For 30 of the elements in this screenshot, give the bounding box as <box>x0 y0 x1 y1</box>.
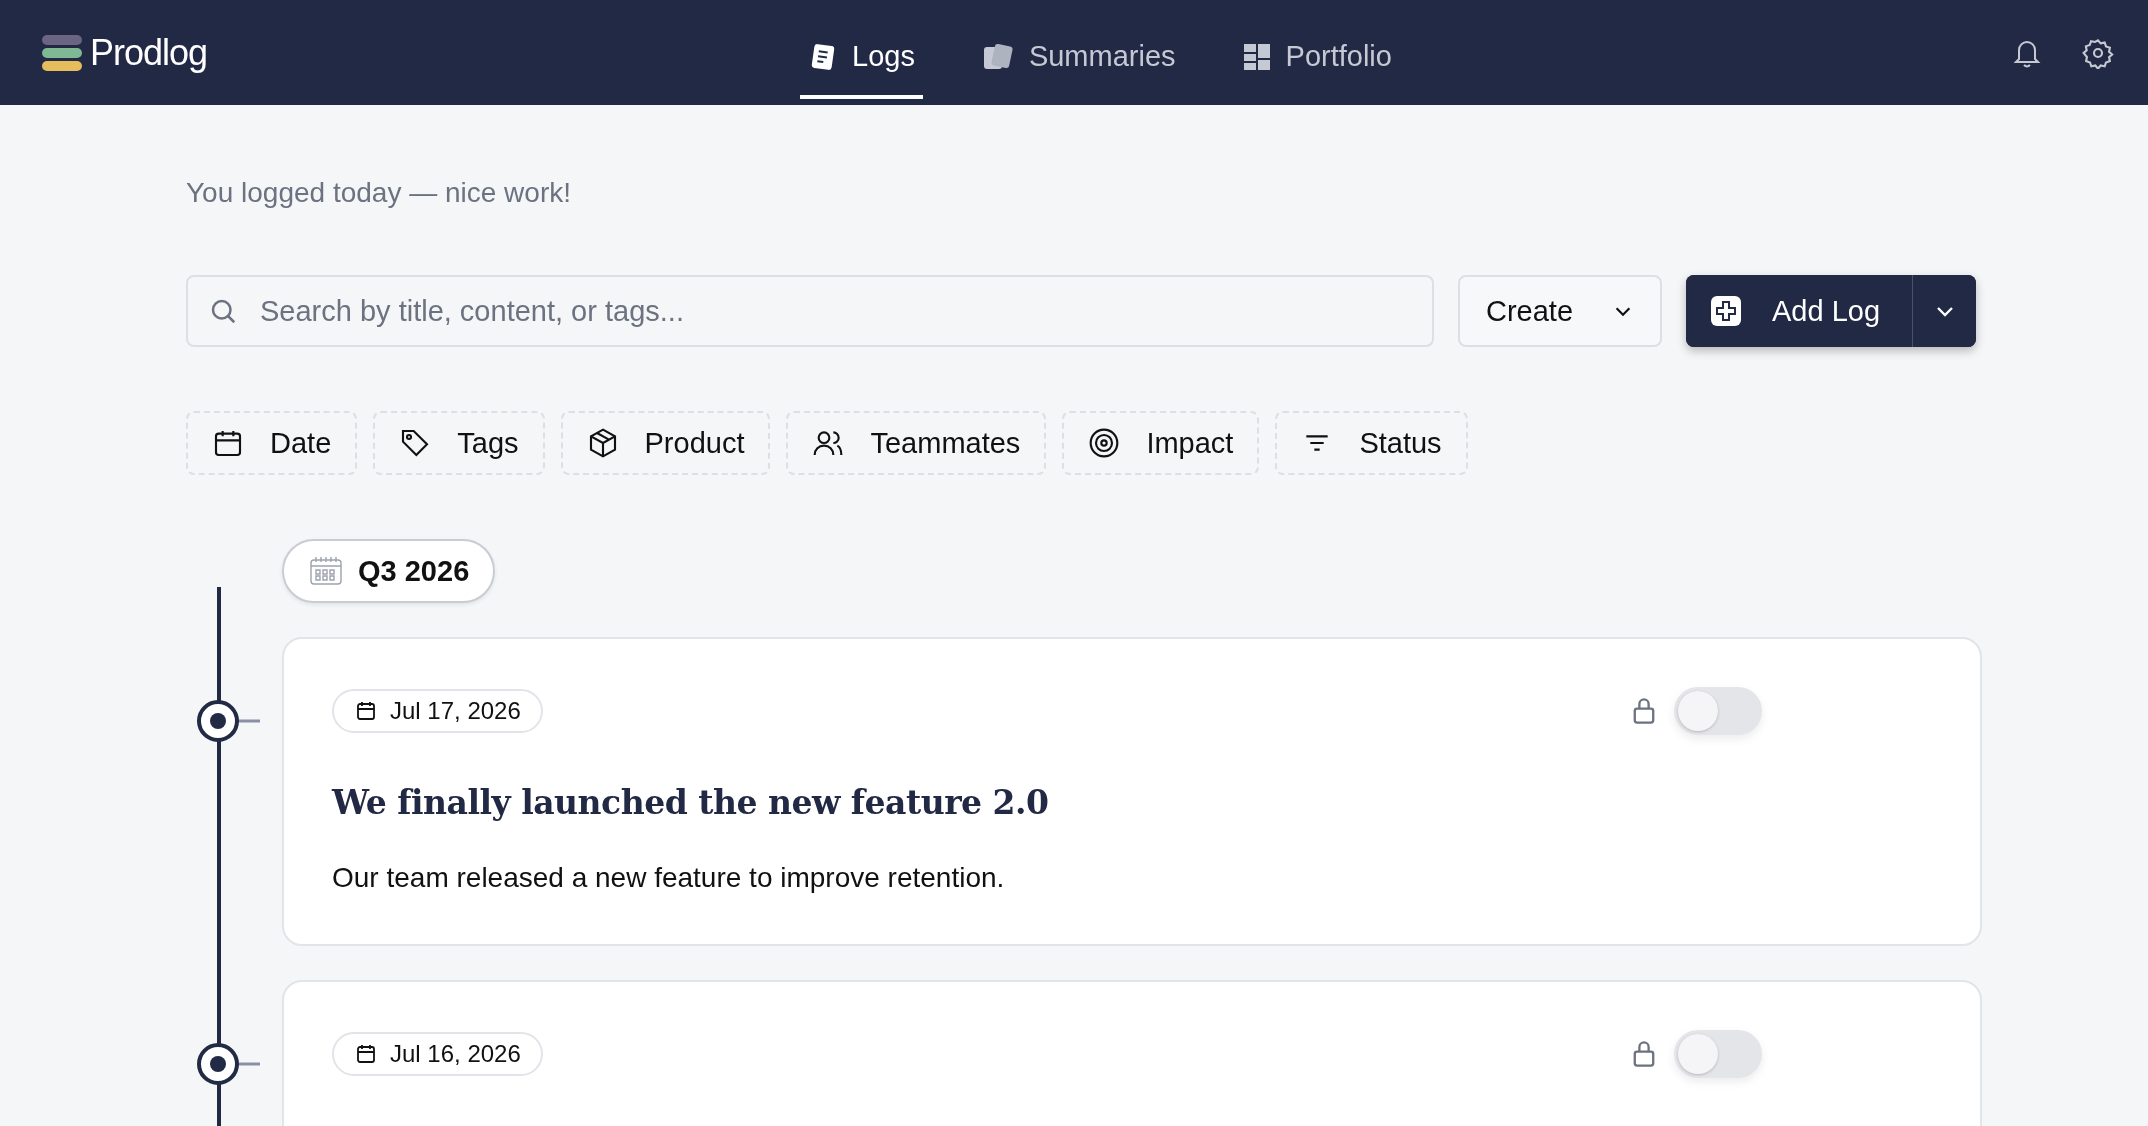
calendar-icon <box>354 1042 378 1066</box>
calendar-icon <box>354 699 378 723</box>
create-button[interactable]: Create <box>1458 275 1662 347</box>
date-chip: Jul 17, 2026 <box>332 689 543 733</box>
toggle-switch[interactable] <box>1674 687 1762 735</box>
nav-tab[interactable]: Logs <box>800 18 923 99</box>
logo-icon <box>40 32 84 73</box>
search-field[interactable]: Search by title, content, or tags... <box>186 275 1434 347</box>
log-title: We finally launched the new feature 2.0 <box>332 783 1050 822</box>
log-body: Our team released a new feature to improve retention. <box>332 862 1006 894</box>
nav-tab[interactable]: Portfolio <box>1233 18 1400 99</box>
filter-button[interactable]: Date <box>186 411 358 475</box>
app-name: Prodlog <box>90 31 208 74</box>
nav-tab[interactable]: Summaries <box>972 18 1184 99</box>
add-log-button[interactable]: Add Log <box>1686 275 1912 347</box>
filter-button[interactable]: Impact <box>1062 411 1260 475</box>
calendar-icon <box>308 555 344 587</box>
settings-icon[interactable] <box>2082 36 2114 69</box>
filter-button[interactable]: Product <box>560 411 771 475</box>
period-label: Q3 2026 <box>282 539 496 603</box>
status-message: You logged today — nice work! <box>186 177 572 209</box>
filter-button[interactable]: Teammates <box>786 411 1047 475</box>
date-chip: Jul 16, 2026 <box>332 1032 543 1076</box>
target-icon <box>1088 427 1121 459</box>
filter-button[interactable]: Tags <box>373 411 545 475</box>
dropdown-button[interactable] <box>1912 275 1976 347</box>
filter-button[interactable]: Status <box>1275 411 1468 475</box>
plus-icon <box>1710 295 1742 327</box>
grid-icon <box>1241 41 1272 72</box>
toggle-switch[interactable] <box>1674 1030 1762 1078</box>
